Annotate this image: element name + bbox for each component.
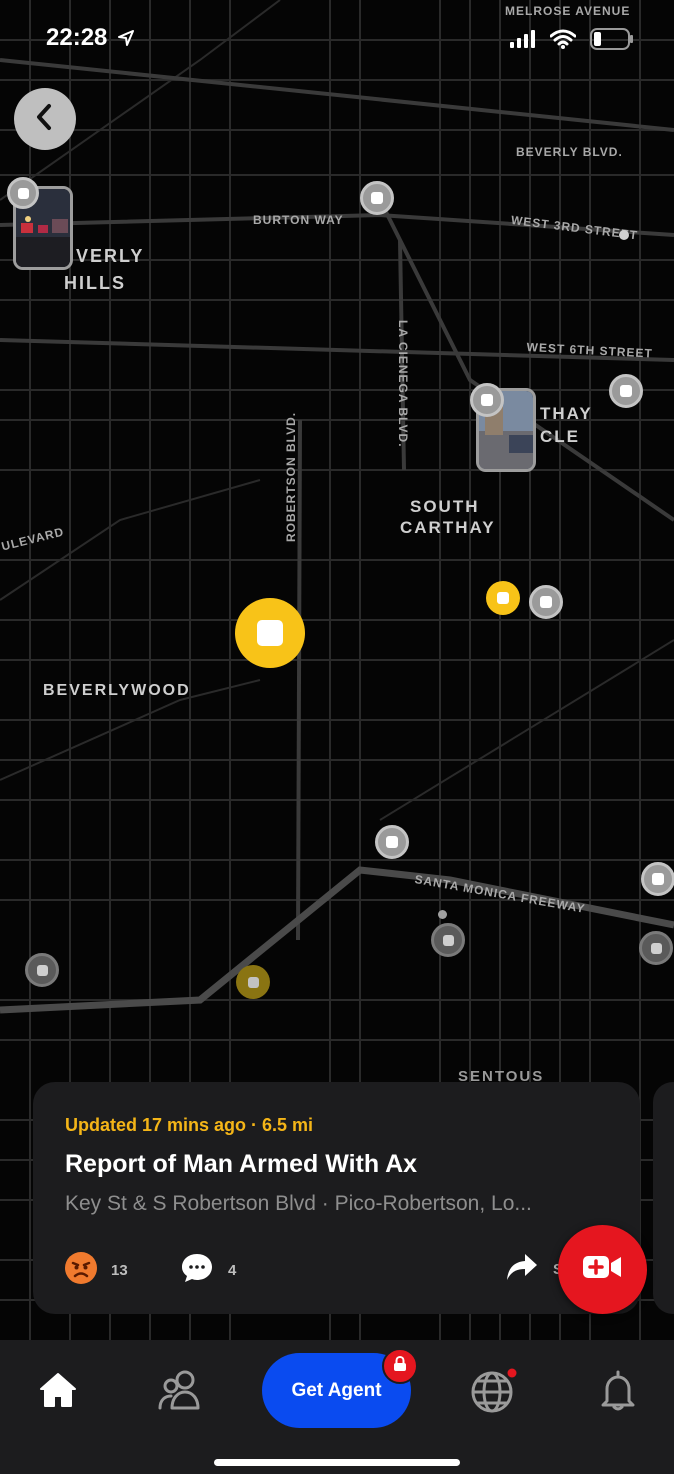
status-bar: 22:28 (0, 0, 674, 80)
reactions-button[interactable]: 13 (65, 1252, 128, 1288)
area-label-south-carthay-1: SOUTH (410, 497, 480, 516)
people-icon (158, 1370, 202, 1415)
wifi-icon (549, 29, 577, 54)
selected-incident-pin[interactable] (235, 598, 305, 668)
globe-icon (471, 1367, 517, 1418)
tab-home[interactable] (28, 1368, 88, 1416)
next-incident-card[interactable] (653, 1082, 674, 1314)
time-text: 22:28 (46, 24, 108, 51)
back-button[interactable] (14, 88, 76, 150)
chevron-left-icon (34, 103, 56, 136)
street-label-beverly-blvd: BEVERLY BLVD. (516, 145, 623, 159)
home-indicator (214, 1459, 460, 1466)
share-button[interactable]: S (505, 1252, 563, 1286)
incident-pin[interactable] (470, 383, 504, 417)
tab-explore[interactable] (464, 1368, 524, 1416)
signal-icon (510, 30, 536, 53)
street-label-la-cienega: LA CIENEGA BLVD. (396, 320, 410, 448)
incident-updated-text: Updated 17 mins ago · 6.5 mi (65, 1115, 314, 1135)
comment-bubble-icon (180, 1252, 214, 1288)
home-icon (39, 1372, 77, 1413)
tab-bar: Get Agent (0, 1340, 674, 1474)
incident-title: Report of Man Armed With Ax (65, 1150, 418, 1178)
tab-notifications[interactable] (588, 1368, 648, 1416)
comments-count: 4 (228, 1261, 237, 1279)
area-label-beverly-hills-2: HILLS (64, 273, 126, 293)
incident-pin[interactable] (360, 181, 394, 215)
incident-pin[interactable] (609, 374, 643, 408)
lock-icon (393, 1355, 407, 1377)
comments-button[interactable]: 4 (180, 1252, 236, 1288)
map-dot (619, 230, 629, 240)
incident-card[interactable]: Updated 17 mins ago · 6.5 mi Report of M… (33, 1082, 640, 1314)
reactions-count: 13 (111, 1261, 128, 1279)
area-label-beverlywood: BEVERLYWOOD (43, 682, 191, 699)
status-icons (510, 28, 634, 55)
incident-pin[interactable] (375, 825, 409, 859)
battery-icon (590, 28, 634, 55)
angry-face-icon (65, 1252, 97, 1288)
go-live-button[interactable] (558, 1225, 647, 1314)
area-label-carthay-2: CLE (540, 427, 580, 446)
tab-friends[interactable] (150, 1368, 210, 1416)
bell-icon (600, 1369, 636, 1416)
incident-pin[interactable] (25, 953, 59, 987)
map-dot (438, 910, 447, 919)
area-label-south-carthay-2: CARTHAY (400, 518, 496, 537)
incident-pin[interactable] (639, 931, 673, 965)
status-time: 22:28 (46, 24, 135, 53)
incident-pin[interactable] (236, 965, 270, 999)
street-label-burton-way: BURTON WAY (253, 213, 344, 227)
incident-pin[interactable] (486, 581, 520, 615)
incident-pin[interactable] (7, 177, 39, 209)
incident-location: Key St & S Robertson Blvd · Pico-Roberts… (65, 1192, 532, 1215)
share-arrow-icon (505, 1252, 539, 1286)
incident-pin[interactable] (641, 862, 674, 896)
street-label-robertson: ROBERTSON BLVD. (284, 411, 298, 542)
incident-pin[interactable] (431, 923, 465, 957)
area-label-beverly-hills-1: VERLY (76, 246, 145, 266)
lock-badge (382, 1348, 418, 1384)
incident-pin[interactable] (529, 585, 563, 619)
area-label-carthay-1: THAY (540, 404, 593, 423)
video-camera-plus-icon (582, 1254, 623, 1285)
location-arrow-icon (118, 25, 135, 53)
